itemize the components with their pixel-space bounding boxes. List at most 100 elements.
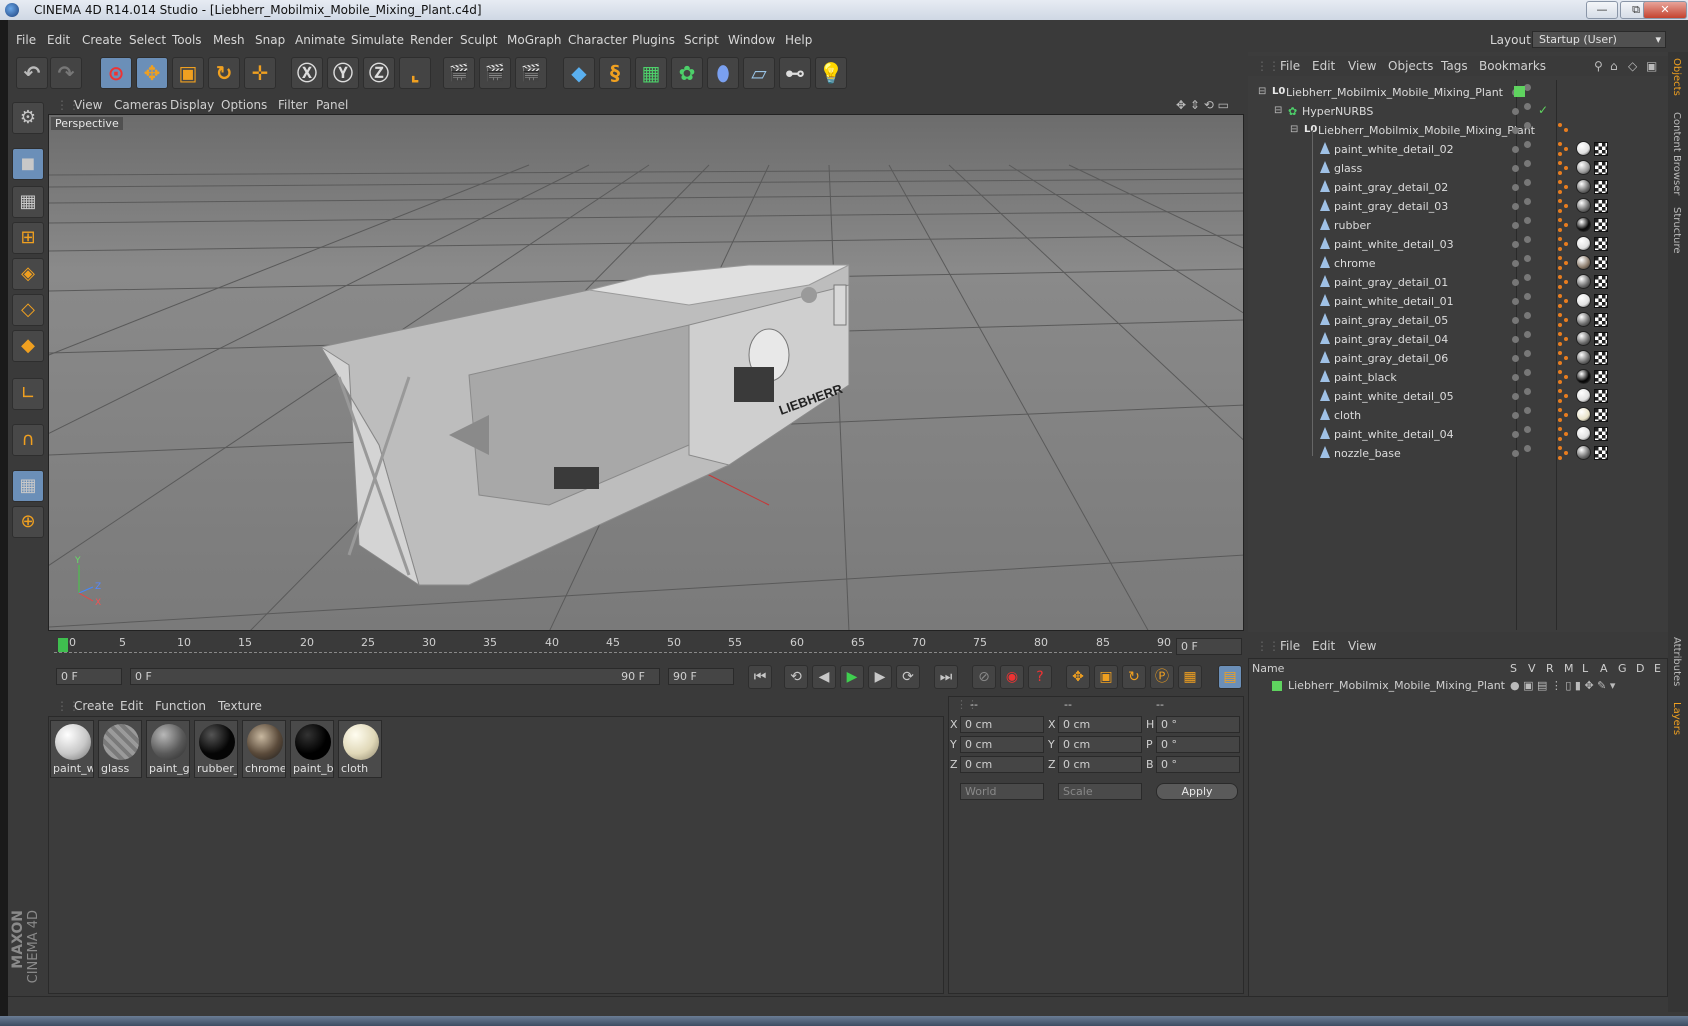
object-row[interactable]: paint_gray_detail_03 [1248,197,1668,216]
size-y-field[interactable]: 0 cm [1058,736,1142,753]
editor-visibility-dot[interactable] [1512,317,1519,324]
render-view-button[interactable]: 🎬 [443,57,475,89]
previous-frame-button[interactable]: ◀ [812,665,836,689]
render-visibility-dot[interactable] [1524,350,1531,357]
position-z-field[interactable]: 0 cm [960,756,1044,773]
render-visibility-dot[interactable] [1524,388,1531,395]
material-swatch[interactable]: paint_gi [146,720,190,778]
phong-tag-icon[interactable] [1558,237,1570,251]
object-menu-bookmarks[interactable]: Bookmarks [1479,59,1546,73]
material-tag-icon[interactable] [1576,407,1591,422]
layer-toggle-icons[interactable]: ● ▣ ▤ ⋮ ▯ ▮ ✥ ✎ ▾ [1510,679,1615,692]
editor-visibility-dot[interactable] [1512,450,1519,457]
uvw-tag-icon[interactable] [1594,351,1608,365]
material-tag-icon[interactable] [1576,388,1591,403]
material-swatch[interactable]: paint_w [50,720,94,778]
editor-visibility-dot[interactable] [1512,336,1519,343]
uvw-tag-icon[interactable] [1594,427,1608,441]
record-position-button[interactable]: ✥ [1066,665,1090,689]
object-row[interactable]: paint_white_detail_05 [1248,387,1668,406]
viewport-menu-filter[interactable]: Filter [278,98,308,112]
render-visibility-dot[interactable] [1524,369,1531,376]
material-tag-icon[interactable] [1576,198,1591,213]
undo-button[interactable]: ↶ [16,57,48,89]
apply-button[interactable]: Apply [1156,783,1238,800]
y-axis-lock-button[interactable]: Ⓨ [327,57,359,89]
z-axis-lock-button[interactable]: Ⓩ [363,57,395,89]
editor-visibility-dot[interactable] [1512,260,1519,267]
editor-visibility-dot[interactable] [1512,279,1519,286]
object-row[interactable]: ✿ ⊟ HyperNURBS ✓ [1248,102,1668,121]
subdivision-surface-button[interactable]: ▦ [635,57,667,89]
phong-tag-icon[interactable] [1558,351,1570,365]
render-visibility-dot[interactable] [1524,84,1531,91]
menu-script[interactable]: Script [684,33,719,47]
editor-visibility-dot[interactable] [1512,165,1519,172]
phong-tag-icon[interactable] [1558,294,1570,308]
uvw-tag-icon[interactable] [1594,180,1608,194]
phong-tag-icon[interactable] [1558,427,1570,441]
viewport-camera-label[interactable]: Perspective [51,117,123,130]
menu-help[interactable]: Help [785,33,812,47]
preview-end-field[interactable]: 90 F [668,668,734,685]
uvw-tag-icon[interactable] [1594,218,1608,232]
close-button[interactable]: ✕ [1643,1,1687,19]
render-visibility-dot[interactable] [1524,407,1531,414]
object-row[interactable]: paint_gray_detail_02 [1248,178,1668,197]
material-tag-icon[interactable] [1576,274,1591,289]
layer-col-g[interactable]: G [1618,662,1627,675]
material-swatch[interactable]: glass [98,720,142,778]
uvw-tag-icon[interactable] [1594,370,1608,384]
uvw-tag-icon[interactable] [1594,199,1608,213]
uvw-tag-icon[interactable] [1594,275,1608,289]
menu-create[interactable]: Create [82,33,122,47]
preview-start-field[interactable]: 0 F [56,668,122,685]
play-button[interactable]: ▶ [840,665,864,689]
expand-toggle-icon[interactable]: ⊟ [1258,86,1270,98]
phong-tag-icon[interactable] [1558,161,1570,175]
scale-tool-button[interactable]: ▣ [172,57,204,89]
object-menu-objects[interactable]: Objects [1388,59,1433,73]
go-to-start-button[interactable]: ⏮ [748,665,772,689]
workplane-mode-button[interactable]: ⊞ [12,222,44,254]
timeline-window-button[interactable]: ▤ [1218,665,1242,689]
material-tag-icon[interactable] [1576,426,1591,441]
rotate-tool-button[interactable]: ↻ [208,57,240,89]
phong-tag-icon[interactable] [1558,313,1570,327]
editor-visibility-dot[interactable] [1512,431,1519,438]
object-row[interactable]: paint_gray_detail_04 [1248,330,1668,349]
phong-tag-icon[interactable] [1558,389,1570,403]
layer-col-m[interactable]: M [1564,662,1574,675]
cube-primitive-button[interactable]: ◆ [563,57,595,89]
layer-col-r[interactable]: R [1546,662,1554,675]
layout-select[interactable]: Startup (User) ▾ [1532,31,1666,48]
axis-mode-button[interactable]: ∟ [12,378,44,410]
model-mode-button[interactable]: ◼ [12,148,44,180]
current-frame-field[interactable]: 0 F [1176,638,1242,655]
phong-tag-icon[interactable] [1558,275,1570,289]
snapping-button[interactable]: ∩ [12,424,44,456]
menu-simulate[interactable]: Simulate [351,33,404,47]
uvw-tag-icon[interactable] [1594,294,1608,308]
layer-menu-view[interactable]: View [1348,639,1376,653]
home-icon[interactable]: ⌂ [1610,59,1618,73]
record-keys-button[interactable]: ⊘ [972,665,996,689]
next-key-button[interactable]: ⟳ [896,665,920,689]
material-tag-icon[interactable] [1576,217,1591,232]
object-row[interactable]: L0 ⊟ Liebherr_Mobilmix_Mobile_Mixing_Plant [1248,121,1668,140]
scale-select[interactable]: Scale [1058,783,1142,800]
render-visibility-dot[interactable] [1524,141,1531,148]
viewport-menu-view[interactable]: View [74,98,102,112]
phong-tag-icon[interactable] [1558,446,1570,460]
size-x-field[interactable]: 0 cm [1058,716,1142,733]
material-swatch[interactable]: rubber_ [194,720,238,778]
object-row[interactable]: glass [1248,159,1668,178]
material-swatch[interactable]: chrome [242,720,286,778]
object-row[interactable]: rubber [1248,216,1668,235]
layer-col-s[interactable]: S [1510,662,1517,675]
render-picture-viewer-button[interactable]: 🎬 [479,57,511,89]
editor-visibility-dot[interactable] [1512,355,1519,362]
layer-row-name[interactable]: Liebherr_Mobilmix_Mobile_Mixing_Plant [1288,679,1505,692]
next-frame-button[interactable]: ▶ [868,665,892,689]
render-visibility-dot[interactable] [1524,293,1531,300]
